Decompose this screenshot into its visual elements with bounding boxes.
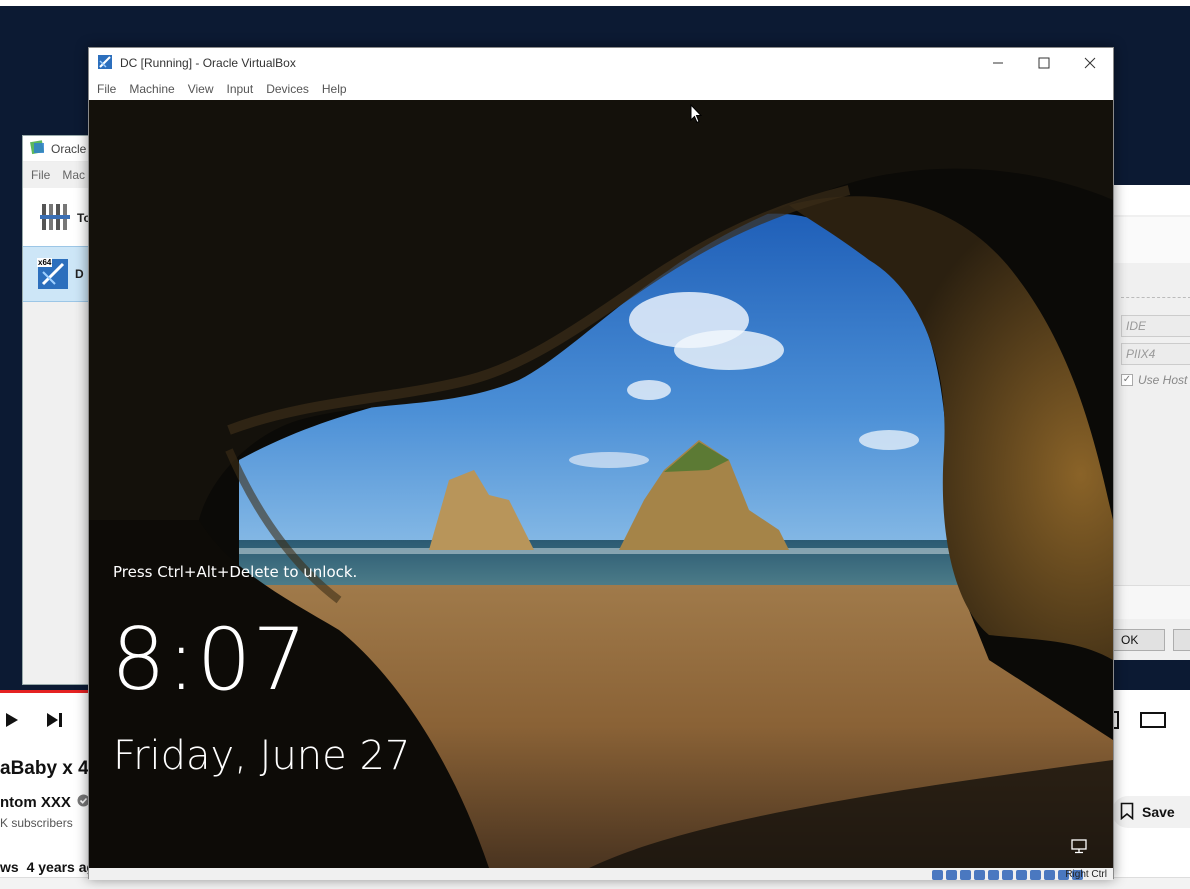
menu-file[interactable]: File: [97, 82, 123, 96]
hdd-icon[interactable]: [932, 870, 943, 880]
manager-menu-machine[interactable]: Mac: [62, 168, 85, 182]
ok-button[interactable]: OK: [1113, 629, 1165, 651]
checkbox-label: Use Host I/: [1138, 373, 1190, 387]
network-adapter-icon[interactable]: [974, 870, 985, 880]
manager-menu-file[interactable]: File: [31, 168, 50, 182]
optical-drive-icon[interactable]: [946, 870, 957, 880]
settings-section: [1111, 217, 1190, 263]
channel-name-label: ntom XXX: [0, 794, 71, 811]
shared-folders-icon[interactable]: [1002, 870, 1013, 880]
lock-screen-time: 8:07: [111, 610, 309, 710]
tools-icon: [39, 201, 71, 236]
unlock-hint: Press Ctrl+Alt+Delete to unlock.: [113, 563, 358, 581]
menu-devices[interactable]: Devices: [266, 82, 316, 96]
network-icon[interactable]: [1071, 839, 1089, 858]
recording-icon[interactable]: [1030, 870, 1041, 880]
video-title: aBaby x 4: [0, 758, 89, 779]
manager-titlebar: Oracle: [23, 136, 91, 162]
chipset-field[interactable]: PIIX4: [1121, 343, 1190, 365]
save-label: Save: [1142, 804, 1175, 820]
tools-item[interactable]: To: [23, 196, 93, 240]
theater-mode-icon[interactable]: [1140, 711, 1166, 732]
checkbox-box: ✓: [1121, 374, 1133, 386]
channel-name[interactable]: ntom XXX: [0, 794, 90, 811]
vm-arch-badge: x64: [37, 258, 53, 267]
virtualbox-logo-icon: [30, 139, 46, 158]
vm-os-icon: x64: [37, 258, 69, 290]
controller-type-field[interactable]: IDE: [1121, 315, 1190, 337]
vm-display[interactable]: Press Ctrl+Alt+Delete to unlock. 8:07 Fr…: [89, 100, 1113, 868]
settings-divider: [1121, 297, 1190, 298]
vm-window[interactable]: DC [Running] - Oracle VirtualBox File Ma…: [88, 47, 1114, 880]
vm-window-icon: [97, 54, 113, 73]
cancel-button[interactable]: [1173, 629, 1190, 651]
manager-title: Oracle: [51, 141, 87, 156]
usb-icon[interactable]: [988, 870, 999, 880]
vm-titlebar[interactable]: DC [Running] - Oracle VirtualBox: [89, 48, 1113, 78]
mouse-cursor-icon: [690, 103, 703, 127]
settings-footer: [1111, 585, 1190, 619]
vm-list-item-dc[interactable]: x64 D: [23, 246, 93, 302]
vm-menubar: File Machine View Input Devices Help: [89, 78, 1113, 100]
virtualbox-manager-window[interactable]: Oracle File Mac To x64 D: [22, 135, 93, 685]
view-count: ws: [0, 859, 19, 875]
settings-dialog[interactable]: IDE PIIX4 ✓ Use Host I/ OK: [1110, 185, 1190, 660]
close-button[interactable]: [1067, 48, 1113, 78]
host-key-label: Right Ctrl: [1065, 869, 1107, 880]
vm-window-title: DC [Running] - Oracle VirtualBox: [120, 56, 296, 70]
menu-help[interactable]: Help: [322, 82, 354, 96]
minimize-button[interactable]: [975, 48, 1021, 78]
maximize-button[interactable]: [1021, 48, 1067, 78]
use-host-io-checkbox[interactable]: ✓ Use Host I/: [1121, 373, 1190, 387]
audio-icon[interactable]: [960, 870, 971, 880]
next-icon[interactable]: [46, 712, 64, 731]
settings-header: [1111, 185, 1190, 215]
menu-view[interactable]: View: [188, 82, 221, 96]
menu-machine[interactable]: Machine: [129, 82, 181, 96]
bookmark-icon: [1120, 802, 1134, 823]
vm-name-label: D: [75, 267, 84, 281]
subscriber-count: K subscribers: [0, 816, 73, 830]
save-button[interactable]: Save: [1112, 796, 1190, 828]
lock-screen-date: Friday, June 27: [113, 733, 411, 779]
manager-details-pane: [23, 302, 93, 684]
vm-statusbar: Right Ctrl: [89, 868, 1113, 880]
play-icon[interactable]: [4, 712, 20, 731]
menu-input[interactable]: Input: [227, 82, 261, 96]
display-icon[interactable]: [1016, 870, 1027, 880]
cpu-icon[interactable]: [1044, 870, 1055, 880]
device-status-icons: [932, 870, 1083, 880]
manager-menubar: File Mac: [23, 162, 91, 188]
